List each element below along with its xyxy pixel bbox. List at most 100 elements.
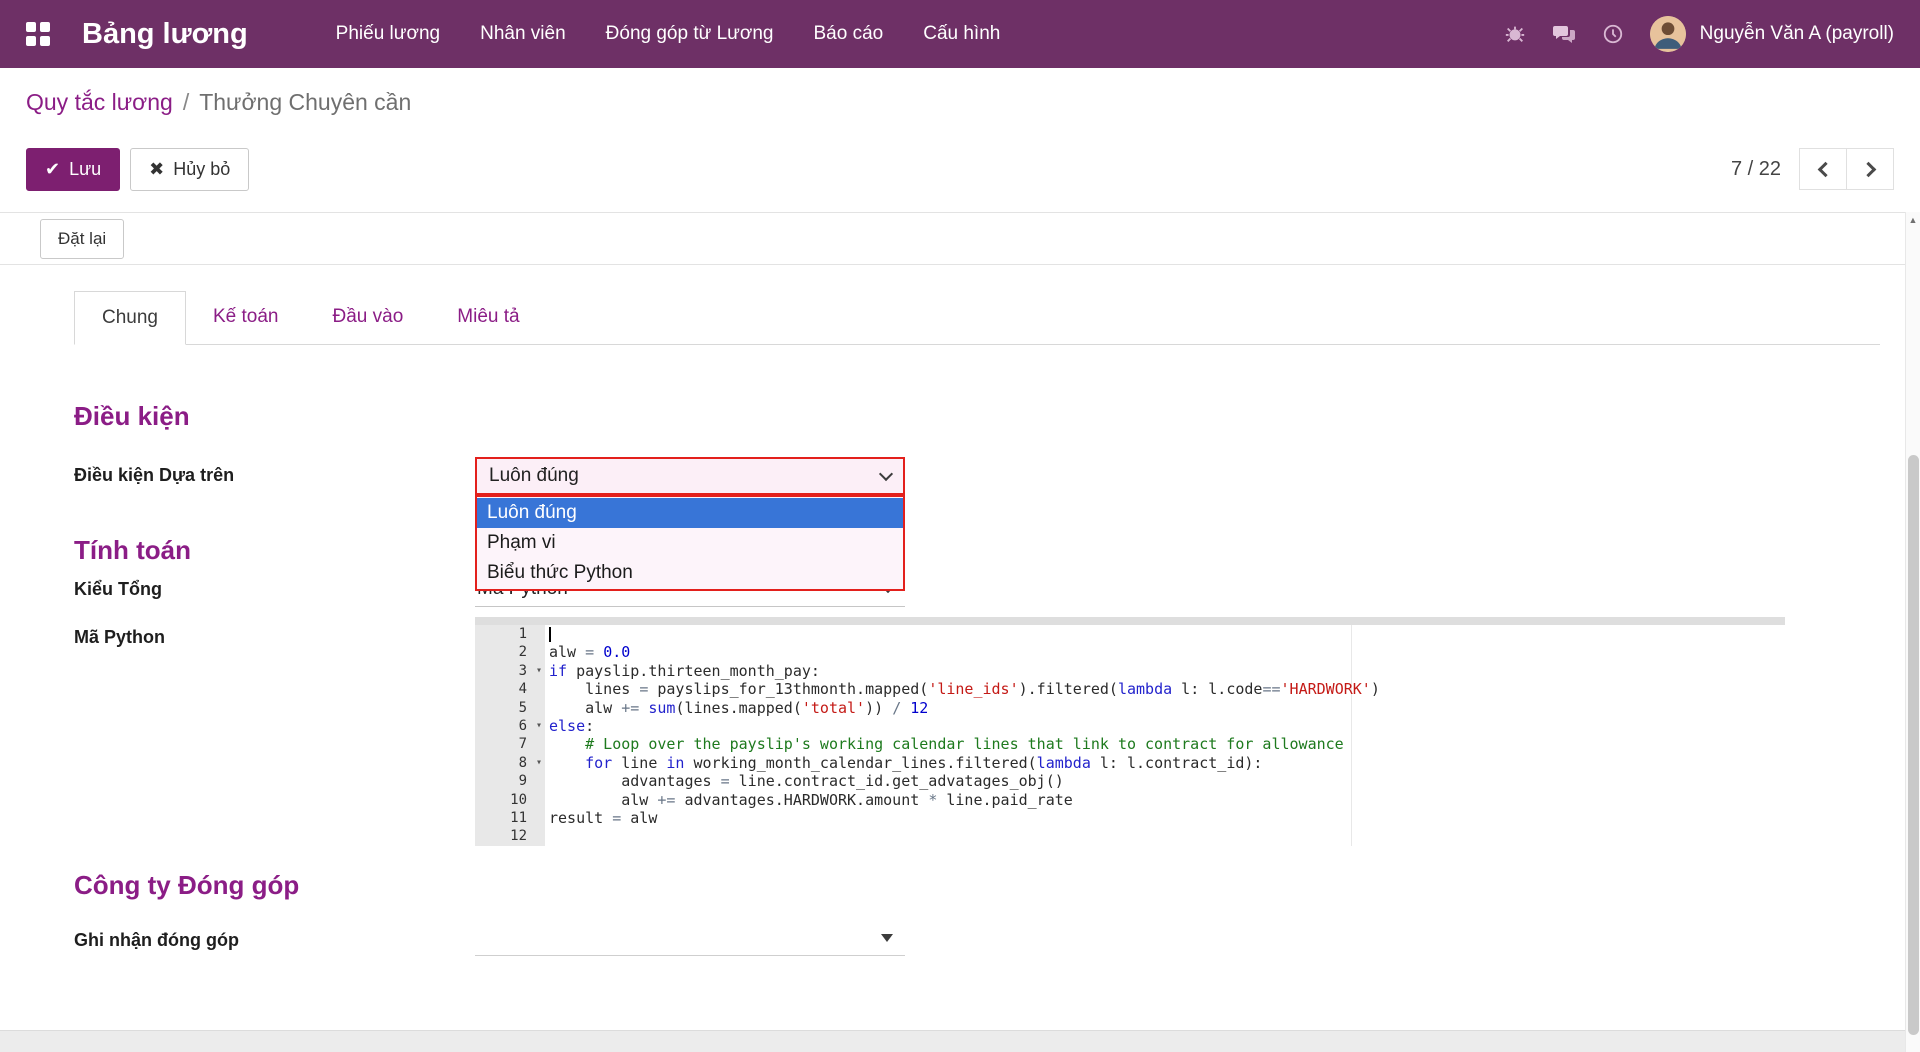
text-cursor: [549, 627, 551, 642]
page-root: Bảng lương Phiếu lương Nhân viên Đóng góp …: [0, 0, 1920, 956]
chat-icon[interactable]: [1552, 22, 1576, 46]
gutter-line-2: 2: [475, 643, 545, 661]
gutter-line-6: 6▾: [475, 717, 545, 735]
navbar: Bảng lương Phiếu lương Nhân viên Đóng góp …: [0, 0, 1920, 68]
tab-3[interactable]: Miêu tả: [430, 291, 546, 344]
chevron-right-icon: [1860, 161, 1876, 177]
code-editor-top-scrollbar[interactable]: [475, 617, 1785, 625]
gutter-line-3: 3▾: [475, 662, 545, 680]
pager-buttons: [1799, 148, 1894, 190]
breadcrumb: Quy tắc lương / Thưởng Chuyên cần: [0, 68, 1920, 136]
gutter-line-8: 8▾: [475, 754, 545, 772]
field-label-amount-type: Kiểu Tổng: [74, 571, 475, 600]
fold-arrow-icon[interactable]: ▾: [536, 754, 542, 772]
button-box: Đặt lại: [0, 213, 1920, 265]
pager-next-button[interactable]: [1846, 148, 1894, 190]
condition-select-value: Luôn đúng: [489, 465, 579, 487]
nav-menu-item-2[interactable]: Đóng góp từ Lương: [606, 17, 774, 51]
code-lines: alw = 0.0if payslip.thirteen_month_pay: …: [549, 625, 1785, 846]
clock-icon[interactable]: [1602, 23, 1624, 45]
x-icon: ✖: [149, 159, 164, 180]
field-row-condition: Điều kiện Dựa trên Luôn đúng Luôn đúngPh…: [74, 457, 1880, 495]
control-panel: ✔ Lưu ✖ Hủy bỏ 7 / 22: [0, 136, 1920, 213]
apps-grid-icon[interactable]: [26, 22, 50, 46]
tab-1[interactable]: Kế toán: [186, 291, 306, 344]
nav-menu-item-0[interactable]: Phiếu lương: [336, 17, 440, 51]
field-label-python-code: Mã Python: [74, 617, 475, 648]
code-line-7[interactable]: # Loop over the payslip's working calend…: [549, 735, 1785, 753]
section-title-company-contribution: Công ty Đóng góp: [74, 870, 1880, 900]
chevron-down-icon: [879, 466, 893, 480]
bug-icon[interactable]: [1504, 23, 1526, 45]
code-line-2[interactable]: alw = 0.0: [549, 643, 1785, 661]
code-editor[interactable]: 123▾456▾78▾9101112 alw = 0.0if payslip.t…: [475, 617, 1785, 846]
save-button-label: Lưu: [69, 159, 101, 180]
dropdown-option-0[interactable]: Luôn đúng: [477, 498, 903, 528]
save-button[interactable]: ✔ Lưu: [26, 148, 120, 191]
code-area[interactable]: alw = 0.0if payslip.thirteen_month_pay: …: [545, 625, 1785, 846]
tab-0[interactable]: Chung: [74, 291, 186, 345]
gutter-line-4: 4: [475, 680, 545, 698]
tab-2[interactable]: Đầu vào: [306, 291, 431, 344]
discard-button[interactable]: ✖ Hủy bỏ: [130, 148, 249, 191]
app-title[interactable]: Bảng lương: [82, 18, 248, 51]
gutter-line-5: 5: [475, 699, 545, 717]
form-sheet: ChungKế toánĐầu vàoMiêu tả Điều kiện Điề…: [0, 265, 1920, 956]
field-row-amount-type: Kiểu Tổng Mã Python: [74, 571, 1880, 607]
navbar-right: Nguyễn Văn A (payroll): [1504, 16, 1894, 52]
code-line-4[interactable]: lines = payslips_for_13thmonth.mapped('l…: [549, 680, 1785, 698]
dropdown-option-1[interactable]: Phạm vi: [477, 528, 903, 558]
vertical-scrollbar[interactable]: ▲: [1905, 212, 1920, 1052]
code-line-3[interactable]: if payslip.thirteen_month_pay:: [549, 662, 1785, 680]
code-line-11[interactable]: result = alw: [549, 809, 1785, 827]
section-title-computation: Tính toán: [74, 535, 1880, 565]
scrollbar-thumb[interactable]: [1908, 455, 1919, 1035]
code-line-1[interactable]: [549, 625, 1785, 643]
nav-menu-item-3[interactable]: Báo cáo: [814, 17, 884, 51]
notebook-tabs: ChungKế toánĐầu vàoMiêu tả: [74, 291, 1880, 345]
breadcrumb-separator: /: [183, 89, 189, 116]
apps-grid-square: [40, 36, 50, 46]
code-line-8[interactable]: for line in working_month_calendar_lines…: [549, 754, 1785, 772]
discard-button-label: Hủy bỏ: [173, 159, 230, 180]
page-bottom-strip: [0, 1030, 1905, 1052]
fold-arrow-icon[interactable]: ▾: [536, 717, 542, 735]
user-name[interactable]: Nguyễn Văn A (payroll): [1700, 23, 1894, 45]
condition-select-wrap: Luôn đúng Luôn đúngPhạm viBiểu thức Pyth…: [475, 457, 905, 495]
pager-value[interactable]: 7 / 22: [1731, 158, 1781, 181]
navbar-menu: Phiếu lương Nhân viên Đóng góp từ Lương Báo…: [336, 17, 1001, 51]
contribution-register-field[interactable]: [475, 922, 905, 956]
breadcrumb-current: Thưởng Chuyên cần: [199, 89, 411, 116]
dropdown-option-2[interactable]: Biểu thức Python: [477, 558, 903, 588]
reset-button[interactable]: Đặt lại: [40, 219, 124, 259]
check-icon: ✔: [45, 159, 60, 180]
code-line-5[interactable]: alw += sum(lines.mapped('total')) / 12: [549, 699, 1785, 717]
breadcrumb-parent[interactable]: Quy tắc lương: [26, 89, 173, 116]
nav-menu-item-1[interactable]: Nhân viên: [480, 17, 566, 51]
code-gutter: 123▾456▾78▾9101112: [475, 625, 545, 846]
condition-select[interactable]: Luôn đúng: [475, 457, 905, 495]
code-line-6[interactable]: else:: [549, 717, 1785, 735]
gutter-line-11: 11: [475, 809, 545, 827]
code-line-9[interactable]: advantages = line.contract_id.get_advata…: [549, 772, 1785, 790]
apps-grid-square: [26, 36, 36, 46]
code-editor-body: 123▾456▾78▾9101112 alw = 0.0if payslip.t…: [475, 625, 1785, 846]
gutter-line-10: 10: [475, 791, 545, 809]
field-label-condition-based-on: Điều kiện Dựa trên: [74, 457, 475, 486]
field-label-register: Ghi nhận đóng góp: [74, 922, 475, 951]
gutter-line-9: 9: [475, 772, 545, 790]
pager-previous-button[interactable]: [1799, 148, 1847, 190]
gutter-line-1: 1: [475, 625, 545, 643]
caret-down-icon: [881, 934, 893, 942]
chevron-left-icon: [1817, 161, 1833, 177]
fold-arrow-icon[interactable]: ▾: [536, 662, 542, 680]
code-line-10[interactable]: alw += advantages.HARDWORK.amount * line…: [549, 791, 1785, 809]
field-row-register: Ghi nhận đóng góp: [74, 922, 1880, 956]
gutter-line-12: 12: [475, 827, 545, 845]
code-line-12[interactable]: [549, 827, 1785, 845]
avatar[interactable]: [1650, 16, 1686, 52]
nav-menu-item-4[interactable]: Cấu hình: [923, 17, 1000, 51]
pager: 7 / 22: [1731, 148, 1894, 190]
section-title-condition: Điều kiện: [74, 401, 1880, 431]
scroll-up-arrow-icon[interactable]: ▲: [1906, 212, 1920, 228]
